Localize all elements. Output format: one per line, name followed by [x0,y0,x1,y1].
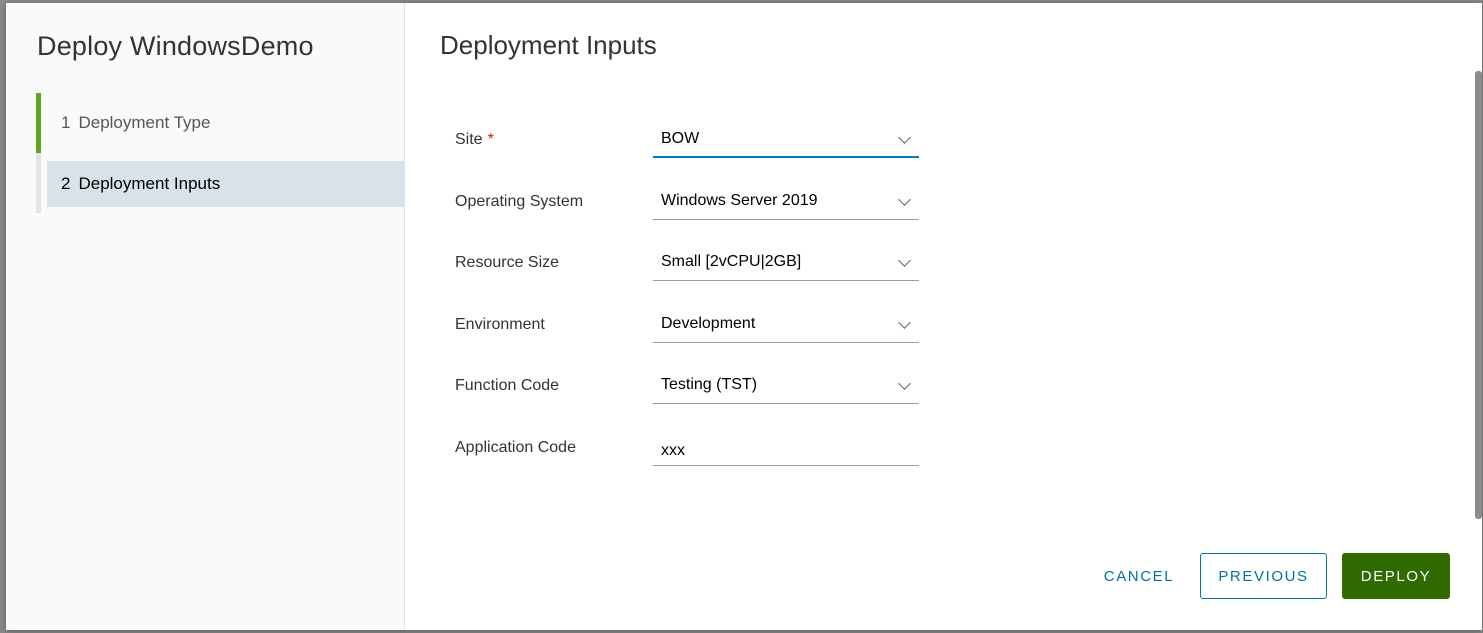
step-deployment-inputs[interactable]: 2 Deployment Inputs [36,153,405,213]
deploy-modal: Deploy WindowsDemo 1 Deployment Type 2 D… [6,3,1482,630]
resource-size-value: Small [2vCPU|2GB] [661,253,802,270]
chevron-down-icon [898,254,911,267]
os-select[interactable]: Windows Server 2019 [653,185,919,220]
chevron-down-icon [898,192,911,206]
previous-button[interactable]: PREVIOUS [1200,553,1327,599]
wizard-title: Deploy WindowsDemo [37,31,314,61]
form-row-os: Operating System Windows Server 2019 [455,185,925,247]
environment-label: Environment [455,315,545,333]
environment-select[interactable]: Development [653,308,919,343]
step-number: 1 [61,113,71,132]
page-title: Deployment Inputs [440,30,657,60]
step-progress-bar [36,153,41,213]
site-select[interactable]: BOW [653,123,919,158]
wizard-stepnav: Deploy WindowsDemo 1 Deployment Type 2 D… [6,3,405,630]
form-row-application-code: Application Code [455,430,925,493]
resource-size-select[interactable]: Small [2vCPU|2GB] [653,246,919,281]
deployment-form: Site * BOW Operating System Windows Serve… [455,123,925,492]
resource-size-label: Resource Size [455,254,560,271]
os-value: Windows Server 2019 [661,191,818,209]
wizard-steps: 1 Deployment Type 2 Deployment Inputs [36,93,405,213]
form-row-environment: Environment Development [455,308,925,370]
chevron-down-icon [898,315,911,329]
required-marker: * [487,131,494,148]
site-label: Site * [455,131,494,148]
function-code-label: Function Code [455,377,560,394]
scrollbar[interactable] [1475,71,1482,519]
environment-value: Development [661,314,756,332]
application-code-input[interactable] [653,430,919,466]
cancel-button[interactable]: CANCEL [1090,553,1188,599]
function-code-select[interactable]: Testing (TST) [653,369,919,404]
step-label: Deployment Inputs [78,174,221,193]
site-value: BOW [661,130,700,147]
os-label: Operating System [455,192,584,210]
form-row-resource-size: Resource Size Small [2vCPU|2GB] [455,246,925,308]
application-code-label: Application Code [455,438,576,456]
form-row-function-code: Function Code Testing (TST) [455,369,925,431]
step-label: Deployment Type [78,113,211,132]
chevron-down-icon [898,377,911,390]
step-number: 2 [61,174,71,193]
step-deployment-type[interactable]: 1 Deployment Type [36,93,405,153]
form-row-site: Site * BOW [455,123,925,185]
chevron-down-icon [898,131,911,144]
wizard-content: Deployment Inputs Site * BOW Operating Sy… [405,3,1482,630]
function-code-value: Testing (TST) [661,376,758,393]
deploy-button[interactable]: DEPLOY [1342,553,1450,599]
step-progress-bar [36,93,41,153]
